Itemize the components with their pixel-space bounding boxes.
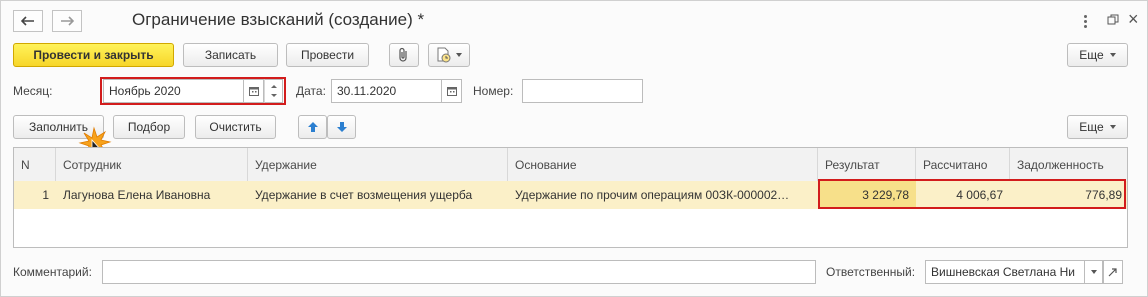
page-title: Ограничение взысканий (создание) * (132, 10, 425, 29)
month-label: Месяц: (13, 84, 53, 98)
chevron-down-icon (1090, 270, 1097, 274)
responsible-label: Ответственный: (826, 265, 916, 279)
back-button[interactable] (13, 10, 43, 32)
chevron-down-icon (1109, 125, 1116, 129)
date-label: Дата: (296, 84, 326, 98)
cell-deduction[interactable]: Удержание в счет возмещения ущерба (248, 181, 508, 209)
month-spinner[interactable] (264, 79, 283, 103)
date-field[interactable]: 30.11.2020 (331, 79, 442, 103)
move-up-button[interactable] (298, 115, 327, 139)
table-more-button[interactable]: Еще (1067, 115, 1128, 139)
document-clock-icon (437, 47, 451, 63)
arrow-right-icon (61, 16, 74, 26)
arrow-down-icon (336, 122, 347, 132)
responsible-field[interactable]: Вишневская Светлана Ни (925, 260, 1085, 284)
cell-employee[interactable]: Лагунова Елена Ивановна (56, 181, 248, 209)
row-number: 1 (42, 188, 49, 202)
save-button[interactable]: Записать (183, 43, 278, 67)
date-calendar-button[interactable] (442, 79, 462, 103)
close-button[interactable]: × (1128, 9, 1142, 29)
report-menu-button[interactable] (428, 43, 470, 67)
cell-calculated[interactable]: 4 006,67 (916, 181, 1010, 209)
month-field[interactable]: Ноябрь 2020 (103, 79, 244, 103)
table-header: N Сотрудник Удержание Основание Результа… (14, 148, 1127, 182)
spin-down-icon (271, 94, 277, 97)
comment-field[interactable] (102, 260, 816, 284)
arrow-up-icon (307, 122, 318, 132)
forward-button[interactable] (52, 10, 82, 32)
number-field[interactable] (522, 79, 643, 103)
comment-label: Комментарий: (13, 265, 92, 279)
more-label: Еще (1079, 48, 1104, 62)
kebab-menu-icon[interactable] (1080, 12, 1090, 30)
chevron-down-icon (456, 53, 462, 57)
column-header-deduction[interactable]: Удержание (248, 148, 508, 181)
more-button[interactable]: Еще (1067, 43, 1128, 67)
post-and-close-button[interactable]: Провести и закрыть (13, 43, 174, 67)
cell-debt[interactable]: 776,89 (1010, 181, 1127, 209)
calendar-button[interactable] (244, 79, 264, 103)
column-header-n[interactable]: N (14, 148, 56, 181)
calendar-icon (248, 87, 259, 96)
restore-window-icon[interactable] (1107, 14, 1119, 26)
open-link-icon (1108, 268, 1117, 277)
column-header-calculated[interactable]: Рассчитано (916, 148, 1010, 181)
column-header-result[interactable]: Результат (818, 148, 916, 181)
clear-button[interactable]: Очистить (195, 115, 276, 139)
column-header-basis[interactable]: Основание (508, 148, 818, 181)
deductions-table[interactable]: N Сотрудник Удержание Основание Результа… (13, 147, 1128, 248)
cell-result[interactable]: 3 229,78 (818, 181, 916, 209)
move-down-button[interactable] (327, 115, 356, 139)
arrow-left-icon (21, 16, 34, 26)
responsible-open-button[interactable] (1103, 260, 1123, 284)
column-header-employee[interactable]: Сотрудник (56, 148, 248, 181)
spin-up-icon (271, 85, 277, 88)
chevron-down-icon (1109, 53, 1116, 57)
attach-button[interactable] (389, 43, 419, 67)
table-more-label: Еще (1079, 120, 1104, 134)
paperclip-icon (399, 47, 407, 62)
calendar-icon (446, 87, 457, 96)
responsible-dropdown-button[interactable] (1085, 260, 1103, 284)
column-header-debt[interactable]: Задолженность (1010, 148, 1127, 181)
post-button[interactable]: Провести (286, 43, 369, 67)
select-button[interactable]: Подбор (113, 115, 185, 139)
table-row[interactable]: 1 Лагунова Елена Ивановна Удержание в сч… (14, 181, 1127, 209)
number-label: Номер: (473, 84, 514, 98)
cell-basis[interactable]: Удержание по прочим операциям 00ЗК-00000… (508, 181, 818, 209)
